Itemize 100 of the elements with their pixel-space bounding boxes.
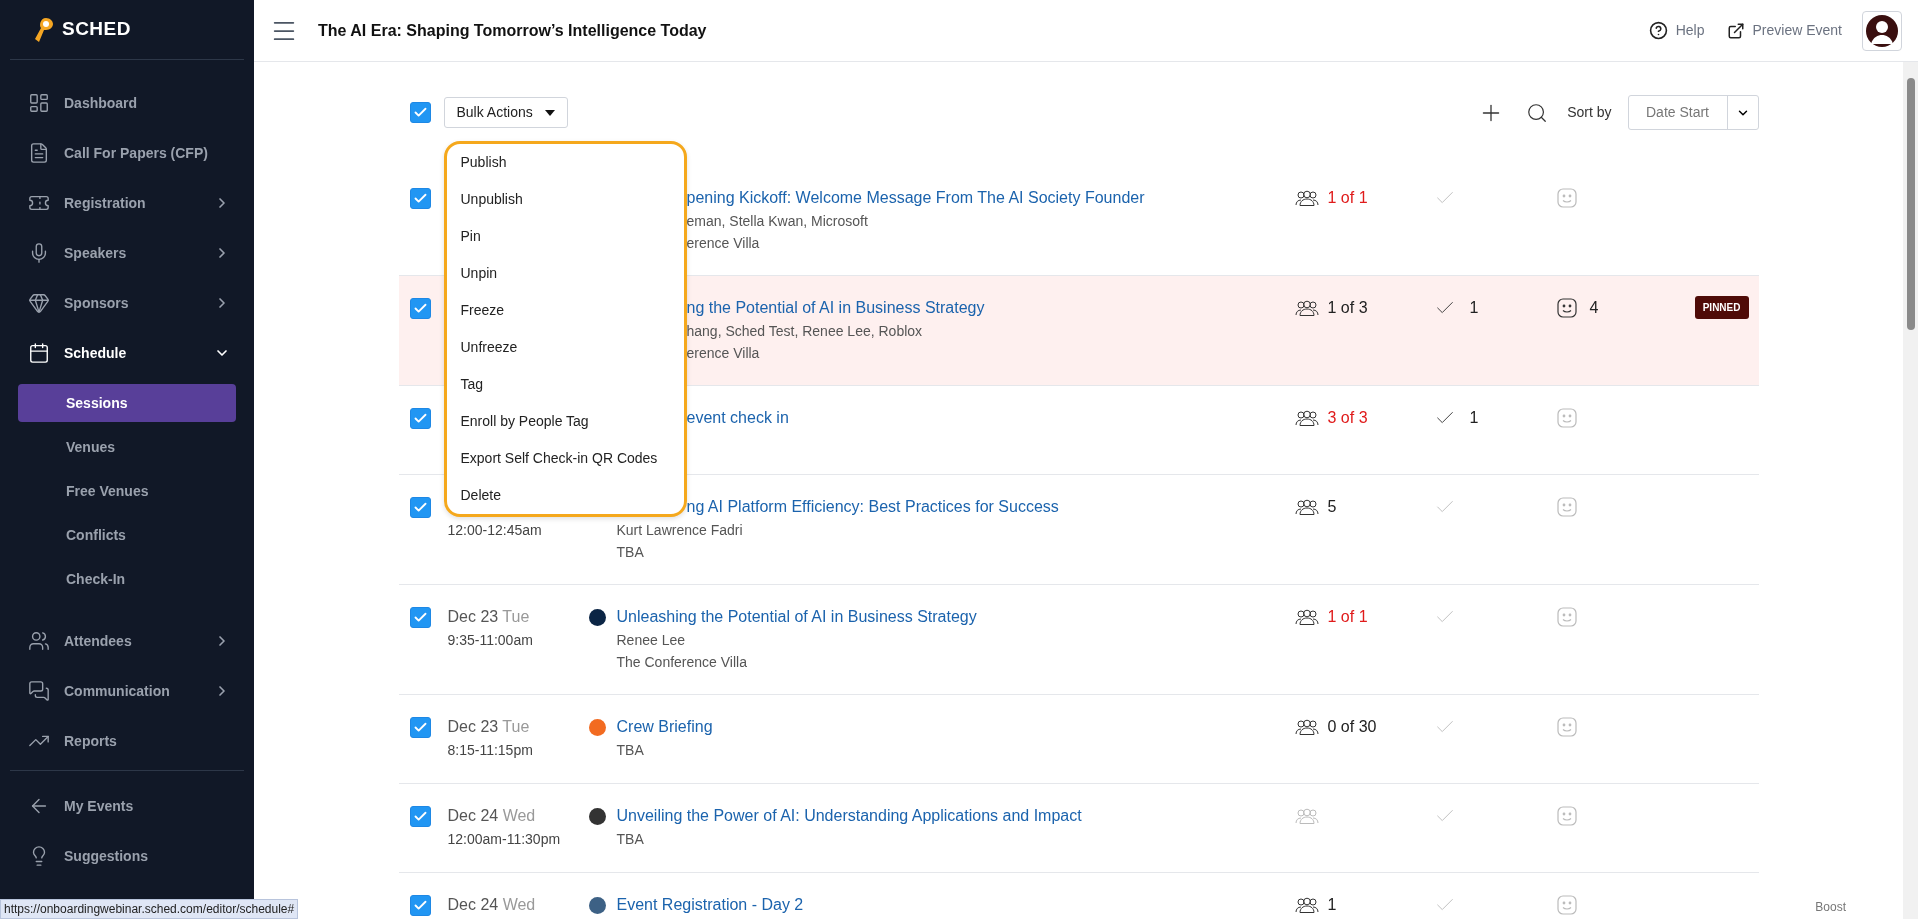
attendance-count: 1 of 1 — [1327, 188, 1368, 208]
people-icon — [1294, 410, 1319, 426]
session-date: Dec 24 Wed — [447, 896, 536, 913]
session-title[interactable]: Event Registration - Day 2 — [616, 893, 804, 917]
row-checkbox[interactable] — [409, 408, 431, 429]
session-title[interactable]: Unleashing the Potential of AI in Business Strategy — [616, 605, 977, 629]
people-icon — [1294, 808, 1319, 824]
check-icon — [412, 610, 428, 625]
nav-icon — [28, 292, 50, 314]
menu-item[interactable]: Pin — [446, 218, 684, 255]
session-time: 12:00am-11:30pm — [447, 830, 562, 849]
check-icon — [412, 105, 428, 120]
nav-item[interactable]: Communication — [18, 666, 236, 716]
row-checkbox[interactable] — [409, 497, 431, 518]
select-all-checkbox[interactable] — [409, 102, 431, 123]
nav-item[interactable]: Sponsors — [18, 278, 236, 328]
people-icon — [1294, 499, 1319, 515]
session-speakers: Kurt Lawrence Fadri — [616, 521, 743, 540]
nav-subitem[interactable]: Free Venues — [18, 472, 236, 510]
avatar[interactable] — [1862, 10, 1902, 51]
session-title[interactable]: Unveiling the Power of AI: Understanding Applications and Impact — [616, 804, 1082, 828]
sort-select[interactable]: Date Start — [1627, 95, 1759, 130]
session-title[interactable]: event check in — [686, 406, 789, 430]
attendance-count: 5 — [1327, 497, 1337, 517]
row-checkbox[interactable] — [409, 607, 431, 628]
boost-label[interactable]: Boost — [1815, 898, 1846, 916]
menu-item[interactable]: Unfreeze — [446, 329, 684, 366]
nav-item[interactable]: Call For Papers (CFP) — [18, 128, 236, 178]
session-time: 12:00-12:45am — [447, 521, 543, 540]
session-time: 9:35-11:00am — [447, 631, 534, 650]
nav-item[interactable]: Reports — [18, 716, 236, 766]
smiley-icon — [1556, 188, 1577, 208]
avatar-silhouette-icon — [1865, 13, 1899, 48]
smiley-icon — [1556, 607, 1577, 627]
people-icon — [1294, 609, 1319, 625]
nav-icon — [28, 342, 50, 364]
help-link[interactable]: Help — [1648, 20, 1705, 41]
session-venue: TBA — [616, 830, 644, 849]
smiley-icon — [1556, 408, 1577, 428]
menu-item[interactable]: Export Self Check-in QR Codes — [446, 440, 684, 477]
menu-item[interactable]: Delete — [446, 477, 684, 514]
nav-icon — [28, 680, 50, 702]
check-icon — [412, 500, 428, 515]
row-checkbox[interactable] — [409, 188, 431, 209]
people-icon — [1294, 897, 1319, 913]
nav-item[interactable]: Attendees — [18, 616, 236, 666]
checkin-count: 1 — [1469, 408, 1479, 428]
smiley-icon — [1556, 497, 1577, 517]
logo-icon — [32, 16, 54, 43]
nav-item[interactable]: Speakers — [18, 228, 236, 278]
smiley-icon — [1556, 806, 1577, 826]
preview-link[interactable]: Preview Event — [1726, 20, 1842, 41]
menu-item[interactable]: Freeze — [446, 292, 684, 329]
attendance-count: 1 — [1327, 895, 1337, 915]
nav-subitem[interactable]: Sessions — [18, 384, 236, 422]
menu-item[interactable]: Enroll by People Tag — [446, 403, 684, 440]
row-checkbox[interactable] — [409, 895, 431, 916]
logo-text: SCHED — [62, 17, 131, 42]
nav-subitem[interactable]: Conflicts — [18, 516, 236, 554]
session-venue: erence Villa — [686, 234, 760, 253]
nav-item[interactable]: Dashboard — [18, 78, 236, 128]
session-title[interactable]: ng the Potential of AI in Business Strategy — [686, 296, 985, 320]
nav-item[interactable]: Registration — [18, 178, 236, 228]
row-checkbox[interactable] — [409, 717, 431, 738]
row-checkbox[interactable] — [409, 806, 431, 827]
search-icon[interactable] — [1526, 101, 1549, 124]
nav-item[interactable]: Suggestions — [18, 831, 236, 881]
check-icon — [412, 191, 428, 206]
nav-subitem[interactable]: Check-In — [18, 560, 236, 598]
session-date: Dec 23 Tue — [447, 608, 530, 625]
nav-subitem[interactable]: Venues — [18, 428, 236, 466]
checkin-count: 1 — [1469, 298, 1479, 318]
session-title[interactable]: Crew Briefing — [616, 715, 713, 739]
check-icon — [412, 301, 428, 316]
event-title: The AI Era: Shaping Tomorrow’s Intelligence Today — [318, 20, 707, 41]
scrollbar-thumb[interactable] — [1906, 78, 1915, 330]
row-checkbox[interactable] — [409, 298, 431, 319]
session-title[interactable]: pening Kickoff: Welcome Message From The AI Society Founder — [686, 186, 1145, 210]
session-venue: erence Villa — [686, 344, 760, 363]
attendance-count: 0 of 30 — [1327, 717, 1377, 737]
nav-icon — [28, 142, 50, 164]
bulk-actions-button[interactable]: Bulk Actions — [443, 97, 568, 128]
help-icon — [1648, 21, 1668, 40]
external-link-icon — [1726, 21, 1745, 40]
check-icon — [412, 898, 428, 913]
pinned-badge: PINNED — [1694, 296, 1749, 319]
nav-item[interactable]: My Events — [18, 781, 236, 831]
nav-icon — [28, 630, 50, 652]
session-speakers: eman, Stella Kwan, Microsoft — [686, 212, 868, 231]
check-icon — [412, 720, 428, 735]
menu-item[interactable]: Unpublish — [446, 181, 684, 218]
status-url: https://onboardingwebinar.sched.com/editor/schedule# — [0, 899, 299, 919]
nav-item[interactable]: Schedule — [18, 328, 236, 378]
session-venue: TBA — [616, 741, 644, 760]
session-date: Dec 23 Tue — [447, 718, 530, 735]
attendance-count: 1 of 1 — [1327, 607, 1368, 627]
people-icon — [1294, 190, 1319, 206]
sort-label: Sort by — [1567, 103, 1612, 122]
session-title[interactable]: ng AI Platform Efficiency: Best Practices for Success — [686, 495, 1059, 519]
smiley-icon — [1556, 895, 1577, 915]
